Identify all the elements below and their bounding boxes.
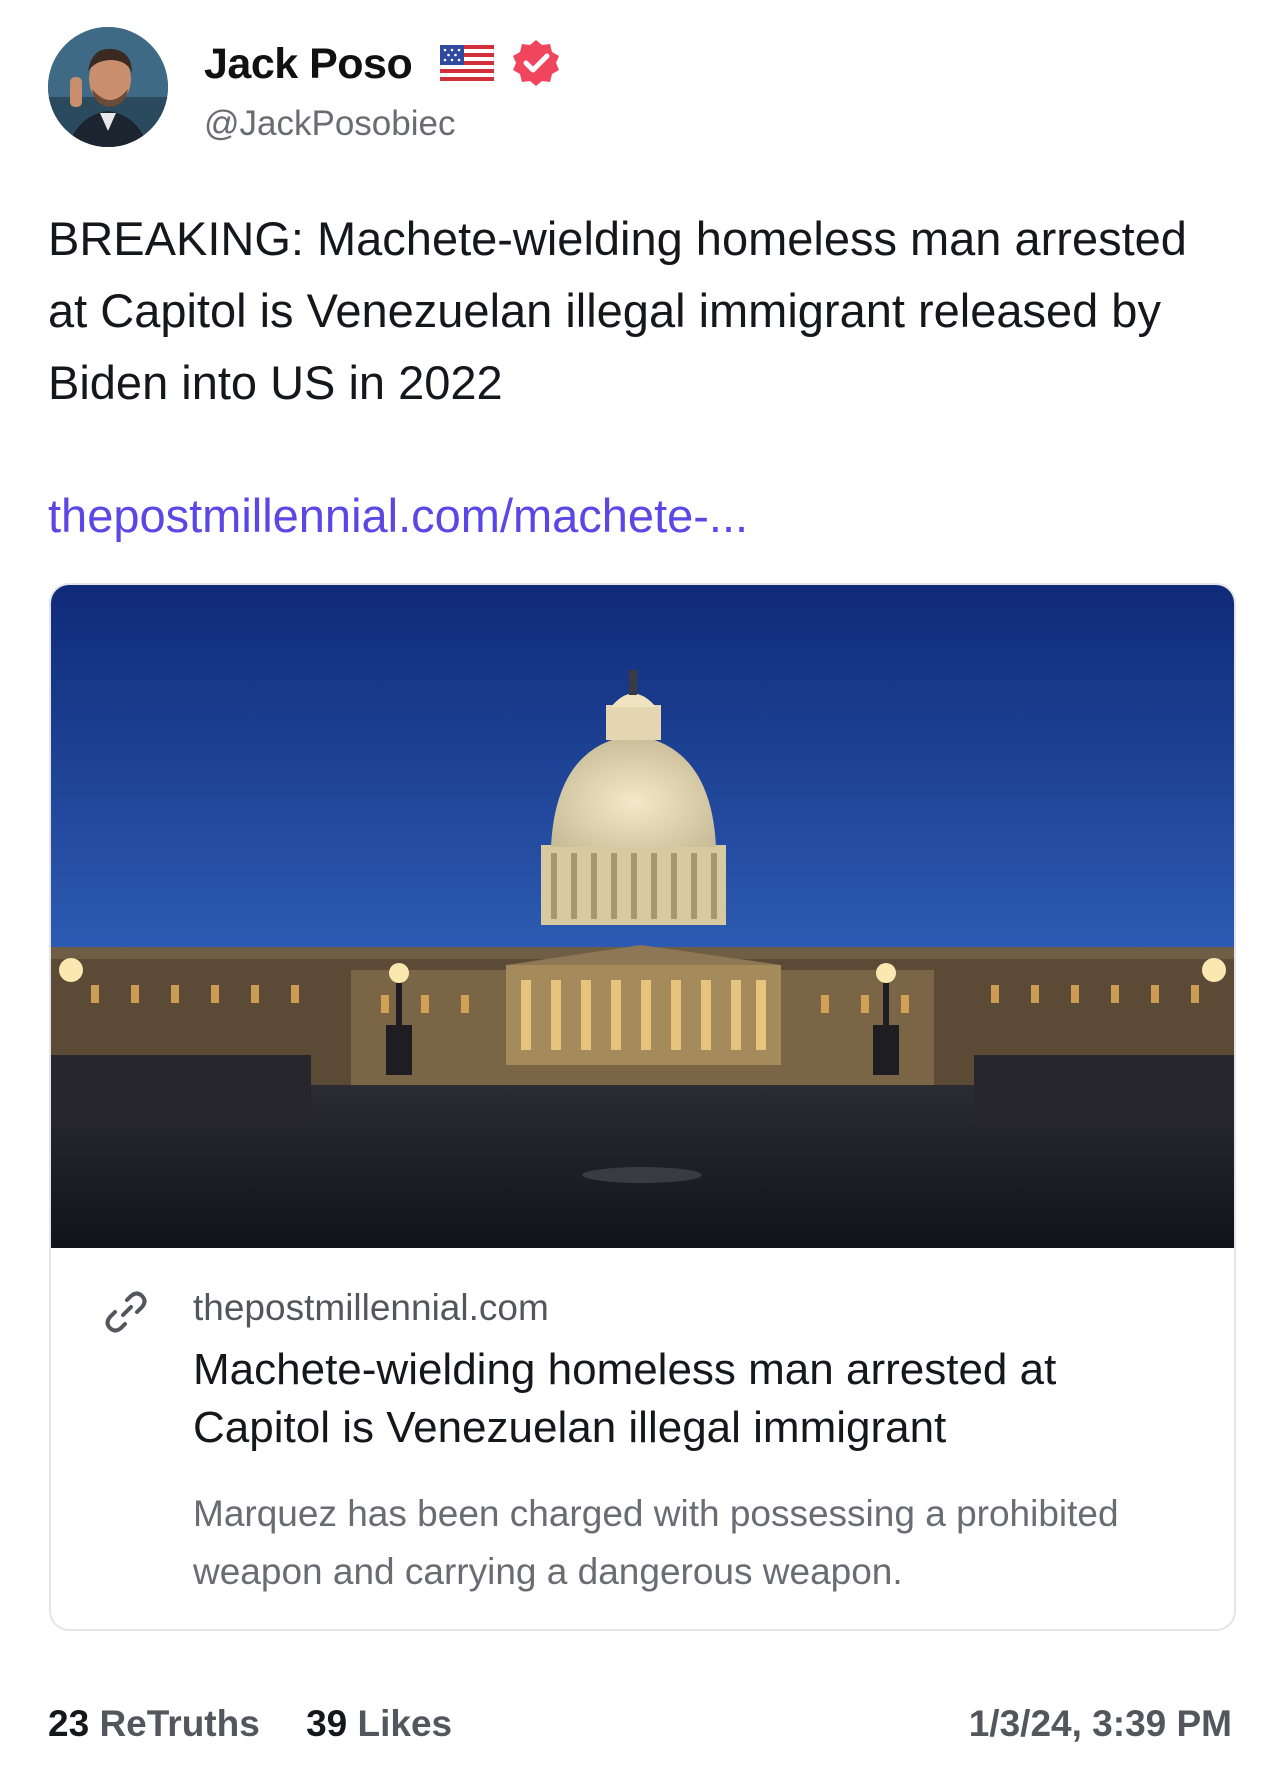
- retruths-label: ReTruths: [99, 1703, 260, 1744]
- handle[interactable]: @JackPosobiec: [204, 104, 455, 144]
- display-name[interactable]: Jack Poso: [204, 40, 413, 89]
- verified-badge-icon: [511, 38, 561, 88]
- avatar-image: [48, 27, 168, 147]
- post-text: BREAKING: Machete-wielding homeless man …: [48, 212, 1187, 409]
- likes-stat[interactable]: 39 Likes: [306, 1703, 452, 1745]
- link-preview-card[interactable]: thepostmillennial.com Machete-wielding h…: [49, 583, 1236, 1631]
- card-title[interactable]: Machete-wielding homeless man arrested a…: [193, 1341, 1193, 1457]
- card-image[interactable]: [51, 585, 1234, 1248]
- card-domain: thepostmillennial.com: [193, 1287, 549, 1328]
- post: Jack Poso @JackPosobiec BREAKING: Machet…: [0, 0, 1284, 1779]
- card-description: Marquez has been charged with possessing…: [193, 1493, 1119, 1592]
- likes-label: Likes: [357, 1703, 453, 1744]
- avatar[interactable]: [48, 27, 168, 147]
- post-link[interactable]: thepostmillennial.com/machete-...: [48, 488, 748, 543]
- link-icon: [101, 1287, 151, 1337]
- capitol-photo: [51, 585, 1234, 1248]
- post-stats: 23 ReTruths 39 Likes: [48, 1703, 488, 1745]
- likes-count: 39: [306, 1703, 348, 1744]
- timestamp[interactable]: 1/3/24, 3:39 PM: [969, 1703, 1232, 1745]
- retruths-stat[interactable]: 23 ReTruths: [48, 1703, 260, 1745]
- us-flag-icon: [439, 44, 495, 82]
- retruths-count: 23: [48, 1703, 90, 1744]
